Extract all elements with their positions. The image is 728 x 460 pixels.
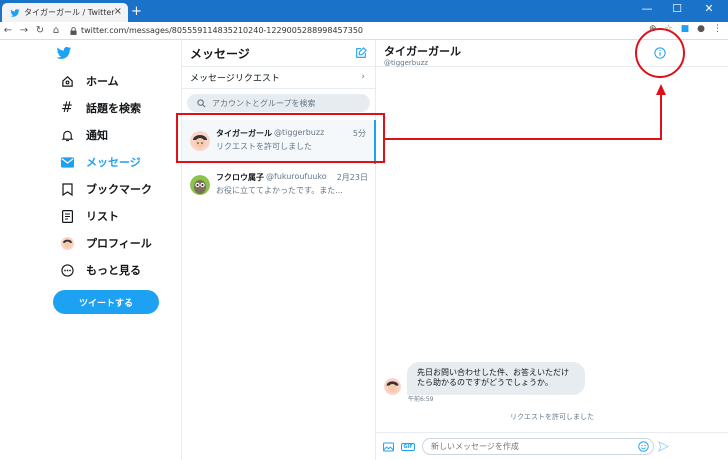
nav-label-home: ホーム — [86, 75, 119, 88]
twitter-extension-icon[interactable]: ■ — [681, 24, 690, 34]
conversation-time: 2月23日 — [336, 173, 368, 182]
tab-title: タイガーガール / Twitter — [24, 8, 115, 17]
message-requests-label: メッセージリクエスト — [190, 74, 280, 84]
nav-item-messages[interactable]: メッセージ — [60, 154, 141, 170]
emoji-icon[interactable] — [638, 441, 649, 452]
nav-item-lists[interactable]: リスト — [60, 208, 119, 224]
left-sidebar: ホーム # 話題を検索 通知 メッセージ ブックマーク リスト プロフィール も… — [0, 40, 181, 460]
nav-label-bookmarks: ブックマーク — [86, 183, 152, 196]
messages-column: メッセージ メッセージリクエスト › アカウントとグループを検索 タイガーガール… — [181, 40, 376, 460]
message-input[interactable] — [422, 438, 654, 455]
message-row: 先日お問い合わせした件、お答えいただけたら助かるのですがどうでしょうか。 — [384, 362, 585, 395]
send-icon[interactable] — [658, 441, 669, 452]
chat-header: タイガーガール @tiggerbuzz — [376, 40, 728, 67]
forward-icon[interactable]: → — [16, 25, 32, 36]
new-message-icon[interactable] — [355, 47, 367, 59]
home-icon — [60, 74, 74, 88]
conversation-item[interactable]: タイガーガール @tiggerbuzz 5分 リクエストを許可しました — [182, 120, 376, 164]
nav-label-messages: メッセージ — [86, 156, 141, 169]
tweet-button[interactable]: ツイートする — [53, 290, 159, 314]
minimize-button[interactable]: — — [632, 2, 662, 15]
back-icon[interactable]: ← — [0, 25, 16, 36]
nav-item-more[interactable]: もっと見る — [60, 262, 141, 278]
avatar — [190, 131, 210, 151]
conversation-item[interactable]: フクロウ属子 @fukuroufuuko 2月23日 お役に立ててよかったです。… — [182, 164, 376, 208]
nav-label-lists: リスト — [86, 210, 119, 223]
chevron-right-icon: › — [361, 72, 365, 82]
conversation-search-input[interactable]: アカウントとグループを検索 — [187, 94, 370, 112]
new-tab-button[interactable]: + — [131, 4, 142, 19]
message-composer: GIF — [376, 432, 728, 460]
conversation-preview: リクエストを許可しました — [216, 142, 312, 151]
chat-title: タイガーガール — [384, 45, 461, 58]
conversation-handle: @fukuroufuuko — [266, 172, 327, 181]
search-icon — [197, 98, 206, 107]
nav-label-notifications: 通知 — [86, 129, 108, 142]
menu-dots-icon[interactable]: ⋮ — [713, 24, 722, 34]
nav-item-bookmarks[interactable]: ブックマーク — [60, 181, 152, 197]
url-field[interactable]: twitter.com/messages/805559114835210240-… — [70, 26, 363, 35]
extension-icon[interactable]: ⊕ — [649, 24, 657, 34]
url-text: twitter.com/messages/805559114835210240-… — [81, 26, 364, 35]
conversation-name: タイガーガール — [216, 129, 272, 138]
bell-icon — [60, 128, 74, 142]
search-placeholder: アカウントとグループを検索 — [212, 98, 316, 108]
close-window-button[interactable]: ✕ — [694, 2, 724, 15]
conversation-body: フクロウ属子 @fukuroufuuko 2月23日 お役に立ててよかったです。… — [216, 172, 368, 200]
toolbar-icons: ⊕ ☆ ■ ● ⋮ — [649, 24, 722, 34]
hashtag-icon: # — [61, 100, 73, 116]
twitter-logo-icon[interactable] — [56, 46, 72, 60]
more-icon — [60, 263, 74, 277]
messages-header: メッセージ — [182, 40, 375, 67]
chat-handle: @tiggerbuzz — [384, 59, 428, 67]
nav-item-notifications[interactable]: 通知 — [60, 127, 108, 143]
home-browser-icon[interactable]: ⌂ — [48, 25, 64, 36]
avatar — [190, 175, 210, 195]
conversation-handle: @tiggerbuzz — [274, 128, 325, 137]
account-icon[interactable]: ● — [697, 24, 705, 34]
tab-close-icon[interactable]: × — [114, 6, 122, 17]
nav-label-profile: プロフィール — [86, 237, 152, 250]
lock-icon — [70, 26, 77, 35]
system-message: リクエストを許可しました — [510, 413, 594, 421]
message-bubble: 先日お問い合わせした件、お答えいただけたら助かるのですがどうでしょうか。 — [407, 362, 585, 395]
profile-avatar — [60, 236, 74, 250]
browser-tab[interactable]: タイガーガール / Twitter × — [2, 3, 128, 22]
conversation-name: フクロウ属子 — [216, 173, 264, 182]
message-time: 午前6:59 — [408, 396, 434, 403]
info-icon[interactable] — [654, 47, 666, 59]
address-bar: ← → ↻ ⌂ twitter.com/messages/80555911483… — [0, 22, 728, 40]
maximize-button[interactable]: ☐ — [662, 2, 692, 15]
conversation-preview: お役に立ててよかったです。また... — [216, 186, 343, 195]
browser-titlebar: タイガーガール / Twitter × + — ☐ ✕ — [0, 0, 728, 22]
bookmark-icon — [60, 182, 74, 196]
image-icon[interactable] — [382, 441, 394, 453]
star-icon[interactable]: ☆ — [665, 24, 673, 34]
conversation-time: 5分 — [352, 129, 366, 138]
avatar[interactable] — [384, 377, 401, 395]
chat-column: タイガーガール @tiggerbuzz 先日お問い合わせした件、お答えいただけた… — [376, 40, 728, 460]
mail-icon — [60, 155, 74, 169]
nav-label-explore: 話題を検索 — [86, 102, 141, 115]
conversation-body: タイガーガール @tiggerbuzz 5分 リクエストを許可しました — [216, 128, 366, 156]
nav-item-explore[interactable]: # 話題を検索 — [60, 100, 141, 116]
list-icon — [60, 209, 74, 223]
gif-button[interactable]: GIF — [401, 441, 415, 453]
gif-label: GIF — [401, 442, 415, 451]
nav-label-more: もっと見る — [86, 264, 141, 277]
messages-title: メッセージ — [190, 46, 250, 61]
nav-item-profile[interactable]: プロフィール — [60, 235, 152, 251]
twitter-bird-icon — [10, 8, 20, 17]
nav-item-home[interactable]: ホーム — [60, 73, 119, 89]
message-requests-row[interactable]: メッセージリクエスト › — [182, 67, 375, 89]
reload-icon[interactable]: ↻ — [32, 25, 48, 36]
